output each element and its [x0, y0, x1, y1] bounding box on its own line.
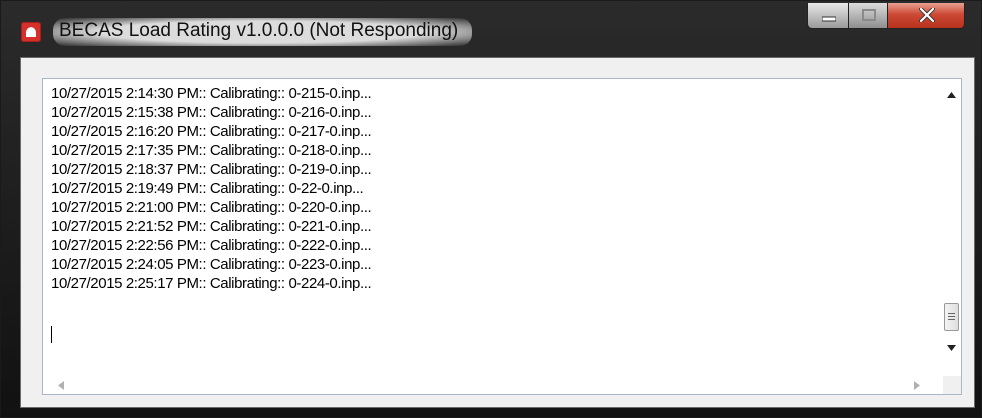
minimize-icon	[822, 16, 836, 22]
log-line: 10/27/2015 2:15:38 PM:: Calibrating:: 0-…	[51, 104, 372, 121]
log-textbox[interactable]: 10/27/2015 2:14:30 PM:: Calibrating:: 0-…	[42, 78, 962, 395]
log-line: 10/27/2015 2:16:20 PM:: Calibrating:: 0-…	[51, 123, 372, 140]
log-line: 10/27/2015 2:14:30 PM:: Calibrating:: 0-…	[51, 85, 372, 102]
vertical-scrollbar[interactable]	[943, 79, 961, 376]
scroll-down-icon[interactable]	[947, 345, 956, 351]
log-line: 10/27/2015 2:19:49 PM:: Calibrating:: 0-…	[51, 180, 364, 197]
scrollbar-corner	[943, 376, 961, 394]
log-line: 10/27/2015 2:21:52 PM:: Calibrating:: 0-…	[51, 218, 372, 235]
log-line: 10/27/2015 2:18:37 PM:: Calibrating:: 0-…	[51, 161, 372, 178]
app-window: BECAS Load Rating v1.0.0.0 (Not Respondi…	[0, 0, 982, 418]
log-content: 10/27/2015 2:14:30 PM:: Calibrating:: 0-…	[51, 84, 931, 344]
log-line: 10/27/2015 2:21:00 PM:: Calibrating:: 0-…	[51, 199, 372, 216]
horizontal-scrollbar[interactable]	[43, 376, 943, 394]
client-area: 10/27/2015 2:14:30 PM:: Calibrating:: 0-…	[20, 57, 975, 408]
minimize-button[interactable]	[807, 3, 849, 29]
scroll-up-icon[interactable]	[947, 92, 956, 98]
scroll-left-icon[interactable]	[58, 381, 64, 390]
maximize-button[interactable]	[848, 3, 888, 29]
log-line: 10/27/2015 2:22:56 PM:: Calibrating:: 0-…	[51, 237, 372, 254]
app-logo-icon[interactable]	[21, 22, 41, 42]
caption-buttons	[807, 3, 977, 31]
close-icon	[919, 8, 935, 22]
window-title: BECAS Load Rating v1.0.0.0 (Not Respondi…	[53, 18, 473, 46]
log-line: 10/27/2015 2:24:05 PM:: Calibrating:: 0-…	[51, 256, 372, 273]
text-caret	[51, 326, 52, 343]
log-line: 10/27/2015 2:25:17 PM:: Calibrating:: 0-…	[51, 275, 372, 292]
close-button[interactable]	[887, 3, 965, 29]
log-line: 10/27/2015 2:17:35 PM:: Calibrating:: 0-…	[51, 142, 372, 159]
thumb-grip-icon	[948, 313, 955, 320]
scroll-right-icon[interactable]	[914, 381, 920, 390]
vertical-scroll-thumb[interactable]	[944, 303, 959, 331]
maximize-icon	[862, 9, 876, 21]
